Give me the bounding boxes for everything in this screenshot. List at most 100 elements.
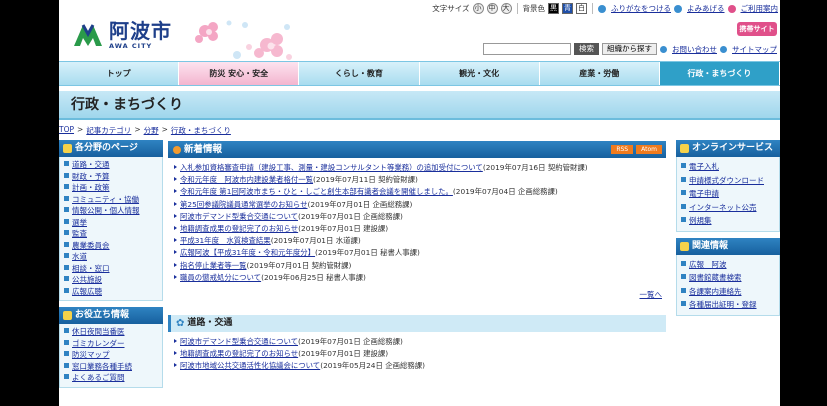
guide-link[interactable]: ご利用案内: [741, 3, 779, 14]
font-medium-button[interactable]: 中: [486, 3, 498, 14]
list-item[interactable]: 監査: [60, 228, 162, 240]
news-item[interactable]: 地籍調査成果の登記完了のお知らせ(2019年07月01日 建設課): [174, 223, 662, 235]
list-item[interactable]: 各種届出証明・登録: [677, 298, 779, 312]
breadcrumb-current[interactable]: 行政・まちづくり: [171, 125, 231, 136]
search-input[interactable]: [483, 43, 571, 55]
nav-bousai[interactable]: 防災 安心・安全: [179, 62, 300, 85]
breadcrumb-category[interactable]: 記事カテゴリ: [86, 125, 131, 136]
list-item[interactable]: 防災マップ: [60, 349, 162, 361]
road-link[interactable]: 阿波市デマンド型乗合交通について: [180, 337, 298, 346]
list-item[interactable]: 例規集: [677, 214, 779, 228]
list-item[interactable]: 広報 阿波: [677, 258, 779, 272]
news-item[interactable]: 令和元年度 阿波市内建設業者格付一覧(2019年07月11日 契約管財課): [174, 174, 662, 186]
bunya-link[interactable]: 公共施設: [72, 275, 102, 284]
online-link[interactable]: 申請様式ダウンロード: [689, 176, 764, 185]
list-item[interactable]: インターネット公売: [677, 201, 779, 215]
bunya-link[interactable]: コミュニティ・協働: [72, 195, 139, 204]
yakudachi-link[interactable]: ゴミカレンダー: [72, 339, 125, 348]
bunya-link[interactable]: 道路・交通: [72, 160, 110, 169]
nav-kurashi[interactable]: くらし・教育: [299, 62, 420, 85]
news-item[interactable]: 入札参加資格審査申請（建設工事、測量・建設コンサルタント等業務）の追加受付につい…: [174, 162, 662, 174]
nav-top[interactable]: トップ: [59, 62, 180, 85]
news-item[interactable]: 職員の懲戒処分について(2019年06月25日 秘書人事課): [174, 272, 662, 284]
news-item[interactable]: 第25回参議院議員通常選挙のお知らせ(2019年07月01日 企画総務課): [174, 199, 662, 211]
list-item[interactable]: 公共施設: [60, 274, 162, 286]
list-item[interactable]: 計画・政策: [60, 182, 162, 194]
list-item[interactable]: 広報広聴: [60, 286, 162, 298]
list-item[interactable]: コミュニティ・協働: [60, 194, 162, 206]
news-item[interactable]: 阿波市地域公共交通活性化協議会について(2019年05月24日 企画総務課): [174, 360, 662, 372]
list-item[interactable]: 申請様式ダウンロード: [677, 174, 779, 188]
yakudachi-link[interactable]: 休日夜間当番医: [72, 327, 125, 336]
nav-gyousei[interactable]: 行政・まちづくり: [659, 62, 780, 85]
font-small-button[interactable]: 小: [472, 3, 484, 14]
yakudachi-link[interactable]: 窓口業務各種手続: [72, 362, 132, 371]
yakudachi-link[interactable]: 防災マップ: [72, 350, 110, 359]
list-item[interactable]: 図書館蔵書検索: [677, 271, 779, 285]
news-link[interactable]: 地籍調査成果の登記完了のお知らせ: [180, 224, 298, 233]
news-link[interactable]: 阿波市デマンド型乗合交通について: [180, 212, 298, 221]
news-item[interactable]: 平成31年度 水質検査結果(2019年07月01日 水道課): [174, 235, 662, 247]
online-link[interactable]: 例規集: [689, 216, 712, 225]
breadcrumb-field[interactable]: 分野: [144, 125, 159, 136]
bunya-link[interactable]: 相談・窓口: [72, 264, 110, 273]
list-item[interactable]: 選挙: [60, 217, 162, 229]
list-item[interactable]: 電子申請: [677, 187, 779, 201]
list-item[interactable]: 休日夜間当番医: [60, 326, 162, 338]
atom-button[interactable]: Atom: [636, 145, 662, 154]
list-item[interactable]: 水道: [60, 251, 162, 263]
road-link[interactable]: 地籍調査成果の登記完了のお知らせ: [180, 349, 298, 358]
news-link[interactable]: 令和元年度 阿波市内建設業者格付一覧: [180, 175, 313, 184]
related-link[interactable]: 各種届出証明・登録: [689, 300, 757, 309]
related-link[interactable]: 各課案内連絡先: [689, 287, 742, 296]
list-item[interactable]: 情報公開・個人情報: [60, 205, 162, 217]
list-item[interactable]: 窓口業務各種手続: [60, 361, 162, 373]
list-item[interactable]: よくあるご質問: [60, 372, 162, 384]
site-logo[interactable]: 阿波市 AWA CITY: [71, 20, 172, 50]
list-item[interactable]: ゴミカレンダー: [60, 338, 162, 350]
mobile-site-button[interactable]: 携帯サイト: [737, 22, 777, 36]
news-item[interactable]: 令和元年度 第1回阿波市まち・ひと・しごと創生本部有識者会議を開催しました。(2…: [174, 186, 662, 198]
nav-kankou[interactable]: 観光・文化: [419, 62, 540, 85]
news-item[interactable]: 阿波市デマンド型乗合交通について(2019年07月01日 企画総務課): [174, 211, 662, 223]
list-item[interactable]: 相談・窓口: [60, 263, 162, 275]
furigana-link[interactable]: ふりがなをつける: [611, 3, 671, 14]
news-link[interactable]: 指名停止業者等一覧: [180, 261, 247, 270]
news-item[interactable]: 地籍調査成果の登記完了のお知らせ(2019年07月01日 建設課): [174, 348, 662, 360]
yomiageru-link[interactable]: よみあげる: [687, 3, 725, 14]
online-link[interactable]: 電子申請: [689, 189, 719, 198]
related-link[interactable]: 広報 阿波: [689, 260, 727, 269]
breadcrumb-top[interactable]: TOP: [59, 125, 74, 136]
related-link[interactable]: 図書館蔵書検索: [689, 273, 742, 282]
bg-white-button[interactable]: 白: [576, 3, 587, 14]
road-link[interactable]: 阿波市地域公共交通活性化協議会について: [180, 361, 320, 370]
bunya-link[interactable]: 広報広聴: [72, 287, 102, 296]
news-item[interactable]: 広報阿波【平成31年度・令和元年度分】(2019年07月01日 秘書人事課): [174, 247, 662, 259]
bunya-link[interactable]: 選挙: [72, 218, 87, 227]
yakudachi-link[interactable]: よくあるご質問: [72, 373, 125, 382]
bunya-link[interactable]: 計画・政策: [72, 183, 110, 192]
more-link[interactable]: 一覧へ: [640, 290, 663, 299]
font-large-button[interactable]: 大: [500, 3, 512, 14]
news-link[interactable]: 職員の懲戒処分について: [180, 273, 261, 282]
list-item[interactable]: 農業委員会: [60, 240, 162, 252]
bunya-link[interactable]: 財政・予算: [72, 172, 110, 181]
org-search-button[interactable]: 組織から探す: [602, 43, 657, 55]
bg-black-button[interactable]: 黒: [548, 3, 559, 14]
news-link[interactable]: 第25回参議院議員通常選挙のお知らせ: [180, 200, 308, 209]
bunya-link[interactable]: 水道: [72, 252, 87, 261]
bunya-link[interactable]: 監査: [72, 229, 87, 238]
news-link[interactable]: 広報阿波【平成31年度・令和元年度分】: [180, 248, 315, 257]
news-link[interactable]: 令和元年度 第1回阿波市まち・ひと・しごと創生本部有識者会議を開催しました。: [180, 187, 453, 196]
news-link[interactable]: 入札参加資格審査申請（建設工事、測量・建設コンサルタント等業務）の追加受付につい…: [180, 163, 483, 172]
list-item[interactable]: 電子入札: [677, 160, 779, 174]
bg-blue-button[interactable]: 青: [562, 3, 573, 14]
list-item[interactable]: 道路・交通: [60, 159, 162, 171]
sitemap-link[interactable]: サイトマップ: [732, 44, 777, 55]
rss-button[interactable]: RSS: [611, 145, 634, 154]
online-link[interactable]: インターネット公売: [689, 203, 757, 212]
contact-link[interactable]: お問い合わせ: [672, 44, 717, 55]
news-item[interactable]: 指名停止業者等一覧(2019年07月01日 契約管財課): [174, 260, 662, 272]
bunya-link[interactable]: 農業委員会: [72, 241, 110, 250]
news-item[interactable]: 阿波市デマンド型乗合交通について(2019年07月01日 企画総務課): [174, 336, 662, 348]
